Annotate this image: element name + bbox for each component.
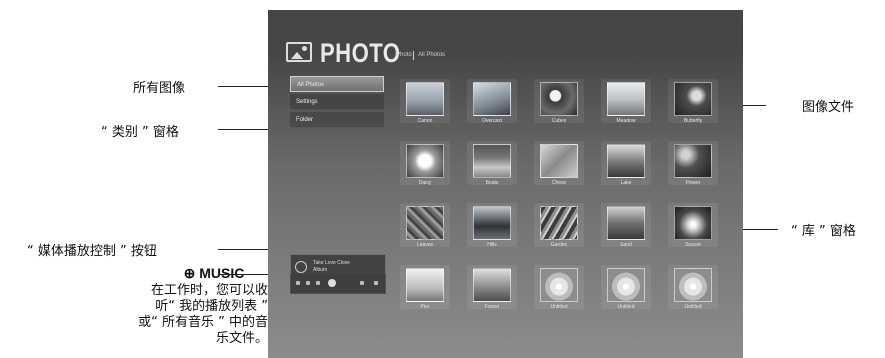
- image-file-label: Cubes: [551, 118, 567, 124]
- photo-app-icon: [286, 42, 312, 62]
- category-item-settings[interactable]: Settings: [290, 94, 384, 110]
- image-file-label: Leaves: [416, 242, 434, 248]
- media-transport-bar: [290, 274, 386, 294]
- image-file-label: Forest: [484, 304, 500, 310]
- image-file-thumbnail[interactable]: [406, 144, 444, 178]
- image-file-thumbnail[interactable]: [540, 206, 578, 240]
- music-key-label: ⊕ MUSIC: [183, 265, 245, 281]
- image-file-label: Garden: [550, 242, 568, 248]
- tv-screen: PHOTO Photo All Photos All Photos Settin…: [268, 10, 743, 358]
- image-file-label: Sand: [620, 242, 632, 248]
- image-file-thumbnail[interactable]: [540, 144, 578, 178]
- image-file-label: Canon: [417, 118, 433, 124]
- image-file-label: Daisy: [418, 180, 432, 186]
- prev-icon[interactable]: [296, 281, 300, 285]
- image-file-thumbnail[interactable]: [406, 206, 444, 240]
- image-file-thumbnail[interactable]: [473, 268, 511, 302]
- image-file-label: Untitled: [617, 304, 635, 310]
- image-file-label: Chess: [551, 180, 567, 186]
- image-file-thumbnail[interactable]: [607, 82, 645, 116]
- progress-knob[interactable]: [328, 279, 336, 287]
- image-file-thumbnail[interactable]: [674, 82, 712, 116]
- image-file-thumbnail[interactable]: [406, 82, 444, 116]
- image-file-thumbnail[interactable]: [540, 268, 578, 302]
- play-icon[interactable]: [316, 281, 320, 285]
- breadcrumb-photo[interactable]: Photo: [396, 52, 412, 58]
- category-pane: All Photos Settings Folder: [290, 76, 386, 136]
- callout-library-pane: “ 库 ” 窗格: [791, 224, 856, 239]
- image-file-thumbnail[interactable]: [406, 268, 444, 302]
- category-item-folder[interactable]: Folder: [290, 112, 384, 128]
- image-file-thumbnail[interactable]: [607, 206, 645, 240]
- image-file-thumbnail[interactable]: [674, 144, 712, 178]
- callout-all-images: 所有图像: [133, 81, 186, 96]
- media-control-text: Take Love Close Album: [313, 260, 350, 274]
- image-file-label: Meadow: [616, 118, 636, 124]
- image-file-thumbnail[interactable]: [674, 268, 712, 302]
- image-file-label: Pier: [420, 304, 430, 310]
- image-file-label: Butterfly: [683, 118, 703, 124]
- callout-image-file: 图像文件: [802, 100, 855, 115]
- library-pane: Canon Overcast Cubes Meadow Butterfly Daisy Bo…: [398, 79, 728, 332]
- image-file-label: Untitled: [684, 304, 702, 310]
- callout-category-pane: “ 类别 ” 窗格: [101, 125, 179, 140]
- image-file-label: Boats: [485, 180, 499, 186]
- next-icon[interactable]: [374, 281, 378, 285]
- image-file-label: Untitled: [550, 304, 568, 310]
- app-title: PHOTO: [320, 38, 401, 68]
- category-item-all-photos[interactable]: All Photos: [290, 76, 384, 92]
- music-note: ⊕ MUSIC 在工作时，您可以收听“ 我的播放列表 ” 或“ 所有音乐 ” 中…: [138, 265, 270, 347]
- image-file-thumbnail[interactable]: [674, 206, 712, 240]
- image-file-thumbnail[interactable]: [473, 206, 511, 240]
- image-file-thumbnail[interactable]: [473, 82, 511, 116]
- breadcrumb-all-photos[interactable]: All Photos: [418, 52, 445, 58]
- image-file-label: Flower: [685, 180, 701, 186]
- forward-icon[interactable]: [360, 281, 364, 285]
- image-file-label: Hills: [487, 242, 497, 248]
- image-file-thumbnail[interactable]: [607, 144, 645, 178]
- image-file-label: Sunset: [685, 242, 701, 248]
- image-file-thumbnail[interactable]: [473, 144, 511, 178]
- rewind-icon[interactable]: [306, 281, 310, 285]
- cd-icon: [295, 261, 307, 273]
- image-file-label: Lake: [620, 180, 632, 186]
- image-file-thumbnail[interactable]: [607, 268, 645, 302]
- callout-media-control: “ 媒体播放控制 ” 按钮: [27, 244, 157, 259]
- breadcrumb-separator: [413, 51, 414, 60]
- image-file-label: Overcast: [481, 118, 502, 124]
- media-track-album: Album: [313, 267, 328, 273]
- music-note-text: 在工作时，您可以收听“ 我的播放列表 ” 或“ 所有音乐 ” 中的音乐文件。: [138, 283, 268, 346]
- image-file-thumbnail[interactable]: [540, 82, 578, 116]
- media-track-title: Take Love Close: [313, 260, 350, 266]
